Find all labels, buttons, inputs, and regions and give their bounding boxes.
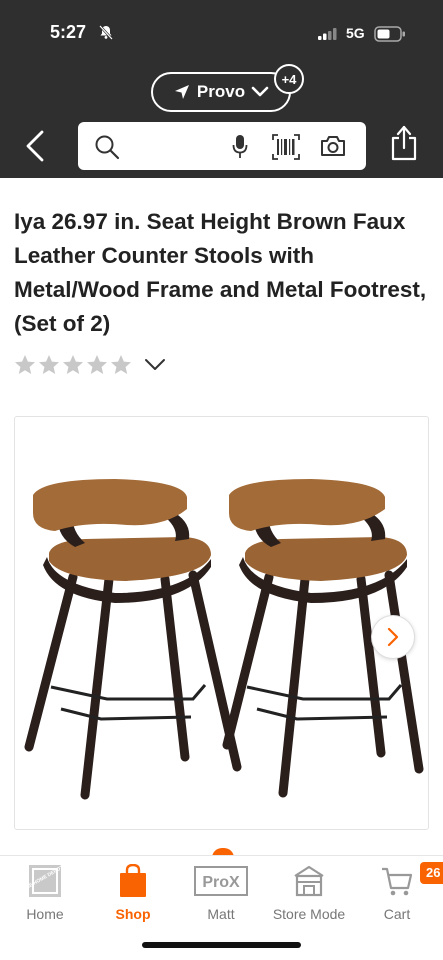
search-input[interactable] (78, 122, 366, 170)
bell-off-icon (99, 25, 113, 40)
signal-icon (318, 28, 337, 40)
stool-left (24, 479, 242, 800)
prox-logo-icon: ProX (194, 866, 248, 896)
star-icon (111, 355, 131, 374)
app-header: 5:27 5G Provo +4 (0, 0, 443, 178)
home-indicator (142, 942, 301, 948)
microphone-icon[interactable] (232, 134, 248, 160)
nav-home[interactable]: THE HOME DEPOT Home (0, 864, 90, 922)
barcode-scanner-icon[interactable] (272, 134, 300, 160)
chevron-down-icon (251, 86, 269, 97)
product-rating[interactable] (14, 354, 166, 376)
location-selector[interactable]: Provo (151, 72, 291, 112)
network-label: 5G (346, 25, 365, 41)
camera-icon[interactable] (320, 135, 346, 157)
nav-store-mode[interactable]: Store Mode (264, 864, 354, 922)
cart-icon (382, 867, 413, 896)
location-count-badge: +4 (274, 64, 304, 94)
product-title: Iya 26.97 in. Seat Height Brown Faux Lea… (14, 209, 427, 336)
star-icon (39, 355, 59, 374)
product-image (24, 479, 424, 800)
prox-logo-text: ProX (202, 874, 240, 891)
nav-prox[interactable]: ProX Matt (176, 864, 266, 922)
store-icon (294, 865, 324, 897)
status-time: 5:27 (50, 22, 87, 42)
nav-store-mode-label: Store Mode (272, 906, 346, 922)
share-icon[interactable] (390, 124, 418, 162)
nav-cart-label: Cart (383, 906, 411, 922)
search-icon (95, 135, 120, 160)
nav-shop[interactable]: Shop (88, 864, 178, 922)
nav-prox-label: Matt (207, 906, 235, 922)
nav-shop-label: Shop (115, 906, 151, 922)
back-arrow-icon[interactable] (22, 126, 52, 166)
location-arrow-icon (174, 85, 189, 99)
location-label: Provo (196, 82, 246, 101)
product-image-carousel[interactable] (14, 416, 429, 830)
chevron-right-icon (387, 627, 399, 647)
chevron-down-icon[interactable] (144, 358, 166, 372)
cart-count-badge: 26 (420, 862, 443, 884)
battery-icon (374, 26, 405, 42)
star-icon (15, 355, 35, 374)
star-icon (87, 355, 107, 374)
shopping-bag-icon (120, 864, 146, 897)
star-icon (63, 355, 83, 374)
nav-home-label: Home (26, 906, 64, 922)
home-depot-logo-icon: THE HOME DEPOT (28, 865, 62, 897)
next-image-button[interactable] (371, 615, 415, 659)
